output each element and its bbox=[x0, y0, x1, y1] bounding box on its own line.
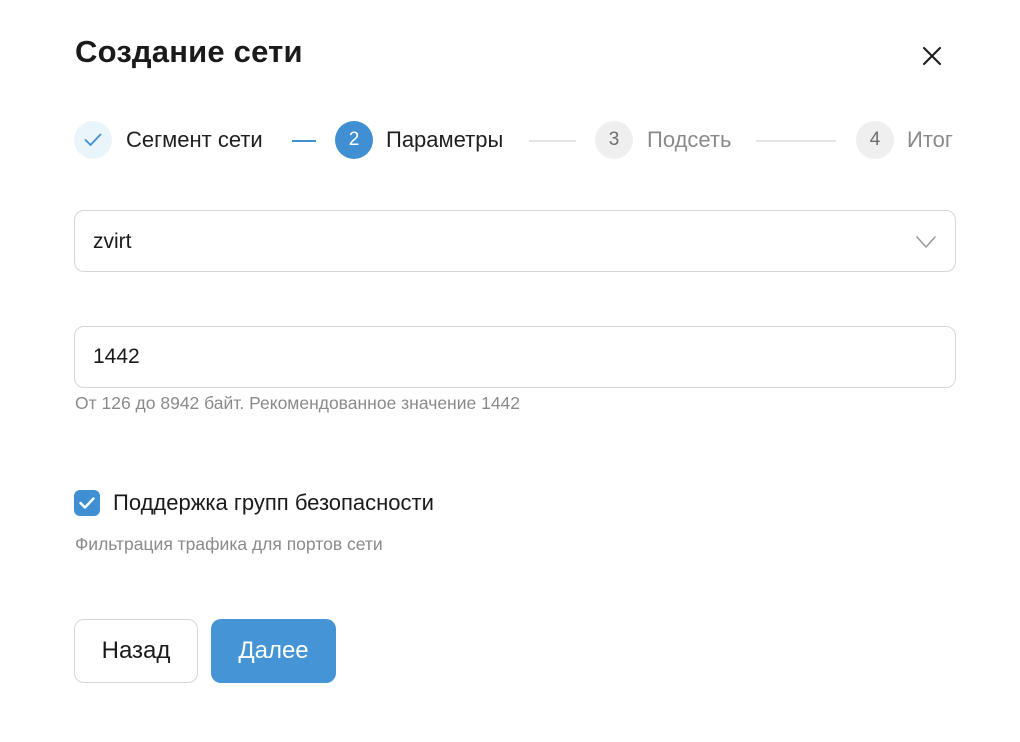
next-button[interactable]: Далее bbox=[211, 619, 336, 683]
step-3-number: 3 bbox=[608, 129, 620, 150]
stepper: Сегмент сети 2 Параметры 3 Подсеть 4 Ито… bbox=[74, 120, 958, 160]
check-icon bbox=[84, 133, 102, 146]
chevron-down-icon bbox=[916, 236, 936, 248]
mtu-hint: От 126 до 8942 байт. Рекомендованное зна… bbox=[75, 393, 521, 413]
step-2-number: 2 bbox=[348, 129, 360, 150]
dialog-title: Создание сети bbox=[75, 34, 303, 69]
create-network-dialog: Создание сети Сегмент сети 2 Параметры 3… bbox=[0, 0, 1020, 742]
step-1-indicator bbox=[74, 121, 112, 159]
step-connector-2 bbox=[529, 140, 576, 142]
step-connector-3 bbox=[756, 140, 836, 142]
security-groups-checkbox-row[interactable]: Поддержка групп безопасности bbox=[74, 488, 434, 518]
mtu-input[interactable] bbox=[74, 326, 956, 388]
close-button[interactable] bbox=[914, 38, 950, 74]
step-connector-1 bbox=[292, 140, 316, 142]
segment-select-value: zvirt bbox=[93, 230, 132, 253]
security-groups-hint: Фильтрация трафика для портов сети bbox=[75, 534, 383, 554]
step-3-indicator: 3 bbox=[595, 121, 633, 159]
back-button[interactable]: Назад bbox=[74, 619, 198, 683]
step-4-indicator: 4 bbox=[856, 121, 894, 159]
security-groups-label: Поддержка групп безопасности bbox=[113, 490, 434, 515]
security-groups-checkbox[interactable] bbox=[74, 490, 100, 516]
step-1-label: Сегмент сети bbox=[126, 127, 263, 152]
checkmark-icon bbox=[79, 497, 95, 509]
step-2-indicator: 2 bbox=[335, 121, 373, 159]
step-3-label: Подсеть bbox=[647, 127, 732, 152]
close-icon bbox=[923, 47, 941, 65]
step-2-label: Параметры bbox=[386, 127, 504, 152]
segment-select[interactable]: zvirt bbox=[74, 210, 956, 272]
step-4-label: Итог bbox=[907, 127, 953, 152]
step-4-number: 4 bbox=[869, 129, 881, 150]
